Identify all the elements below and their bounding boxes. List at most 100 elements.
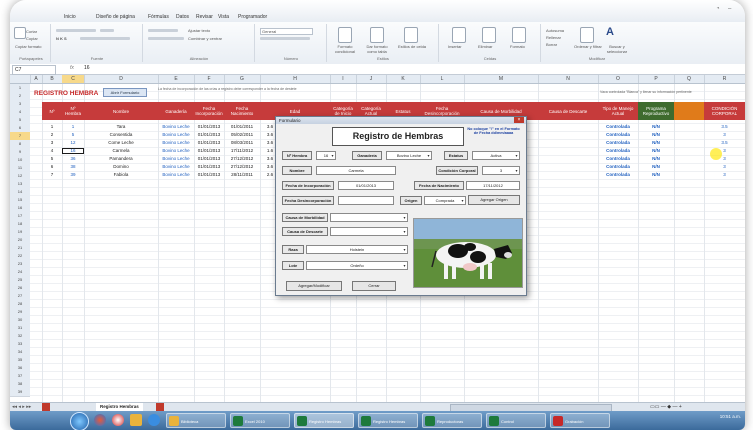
column-header[interactable]: M <box>464 75 539 83</box>
table-cell[interactable]: 39 <box>62 172 84 178</box>
table-cell[interactable]: N/N <box>638 124 674 130</box>
format-table-button[interactable]: Dar formato como tabla <box>362 44 392 54</box>
taskbar-item[interactable]: Excel 2010 <box>230 413 290 428</box>
formula-input[interactable]: 16 <box>84 65 90 71</box>
format-painter-button[interactable]: Copiar formato <box>15 44 41 49</box>
table-cell[interactable] <box>674 124 704 130</box>
table-cell[interactable]: Bovino Leche <box>158 164 194 170</box>
table-cell[interactable]: 3 <box>704 172 745 178</box>
nav-arrows-icon[interactable]: ◂◂ ◂ ▸ ▸▸ <box>12 403 31 411</box>
table-cell[interactable]: 2 <box>42 132 62 138</box>
close-icon[interactable]: × <box>514 117 524 123</box>
table-cell[interactable]: 05/02/2011 <box>224 132 260 138</box>
table-cell[interactable]: Bovino Leche <box>158 124 194 130</box>
copy-button[interactable]: Copiar <box>26 36 38 41</box>
table-cell[interactable]: Consentida <box>84 132 158 138</box>
chevron-down-icon[interactable]: ▾ <box>330 152 335 159</box>
table-cell[interactable]: N/N <box>638 148 674 154</box>
table-cell[interactable]: Controlada <box>598 124 638 130</box>
merge-center-button[interactable]: Combinar y centrar <box>188 36 222 41</box>
add-modify-button[interactable]: Agregar/Modificar <box>286 281 342 291</box>
chevron-down-icon[interactable]: ▾ <box>514 167 519 174</box>
menu-datos[interactable]: Datos <box>176 14 189 20</box>
table-cell[interactable]: 27/12/2012 <box>224 156 260 162</box>
find-icon[interactable]: A <box>606 26 614 38</box>
zoom-slider[interactable]: ▭▭ — ◆ — + <box>650 403 682 411</box>
paste-icon[interactable] <box>14 27 26 39</box>
taskbar-item[interactable]: Control <box>486 413 546 428</box>
lote-select[interactable]: Ordeño ▾ <box>306 261 408 270</box>
taskbar-item[interactable]: Reproductoras <box>422 413 482 428</box>
table-cell[interactable]: Controlada <box>598 164 638 170</box>
active-cell[interactable] <box>62 148 84 154</box>
column-header[interactable]: D <box>84 75 159 83</box>
taskbar-item-active[interactable]: Registro Hembras <box>294 413 354 428</box>
nacimiento-input[interactable]: 17/11/2012 <box>466 181 520 190</box>
format-icon[interactable] <box>512 27 526 43</box>
condicion-select[interactable]: 3 ▾ <box>482 166 520 175</box>
table-cell[interactable]: Bovino Leche <box>158 172 194 178</box>
desincorporacion-input[interactable] <box>338 196 394 205</box>
table-cell[interactable] <box>674 148 704 154</box>
autosum-button[interactable]: Autosuma <box>546 28 564 33</box>
menu-inicio[interactable]: Inicio <box>64 14 76 20</box>
minimize-ribbon-icon[interactable]: – <box>728 6 731 12</box>
taskbar-item[interactable]: Registro Hembras <box>358 413 418 428</box>
ganaderia-select[interactable]: Bovino Leche ▾ <box>386 151 432 160</box>
column-header[interactable]: H <box>260 75 331 83</box>
table-cell[interactable]: 01/01/2013 <box>194 140 224 146</box>
add-origin-button[interactable]: Agregar Origen <box>468 195 520 205</box>
table-cell[interactable]: Controlada <box>598 156 638 162</box>
conditional-format-icon[interactable] <box>338 27 352 43</box>
table-cell[interactable]: Controlada <box>598 140 638 146</box>
table-cell[interactable]: Controlada <box>598 132 638 138</box>
insert-button[interactable]: Insertar <box>448 44 462 49</box>
table-cell[interactable]: 1 <box>42 124 62 130</box>
table-cell[interactable]: Bovino Leche <box>158 132 194 138</box>
column-header[interactable]: I <box>330 75 357 83</box>
column-header[interactable]: K <box>386 75 421 83</box>
table-cell[interactable]: 5 <box>42 156 62 162</box>
table-cell[interactable]: N/N <box>638 164 674 170</box>
raza-select[interactable]: Holstein ▾ <box>306 245 408 254</box>
column-header[interactable]: Q <box>674 75 705 83</box>
column-header[interactable]: J <box>356 75 387 83</box>
cell-styles-button[interactable]: Estilos de celda <box>398 44 426 49</box>
column-header[interactable]: E <box>158 75 195 83</box>
table-cell[interactable] <box>674 132 704 138</box>
table-cell[interactable]: 3.5 <box>704 124 745 130</box>
column-header[interactable]: N <box>538 75 599 83</box>
table-cell[interactable]: 38 <box>62 164 84 170</box>
sheet-tab[interactable] <box>156 403 164 411</box>
table-cell[interactable]: Bovino Leche <box>158 140 194 146</box>
table-cell[interactable]: 01/01/2011 <box>224 124 260 130</box>
menu-vista[interactable]: Vista <box>218 14 229 20</box>
row-header[interactable]: 39 <box>10 388 30 397</box>
number-format-select[interactable]: General <box>260 28 313 35</box>
origen-select[interactable]: Comprada ▾ <box>424 196 466 205</box>
table-cell[interactable]: N/N <box>638 172 674 178</box>
table-cell[interactable]: Bovino Leche <box>158 148 194 154</box>
open-form-button[interactable]: Abrir Formulario <box>103 88 147 97</box>
taskbar-item[interactable]: Biblioteca <box>166 413 226 428</box>
browser-icon[interactable] <box>94 414 106 426</box>
name-box[interactable]: C7 <box>12 65 56 75</box>
table-cell[interactable]: N/N <box>638 156 674 162</box>
table-cell[interactable]: Carmela <box>84 148 158 154</box>
column-header[interactable]: G <box>224 75 261 83</box>
table-cell[interactable]: 01/01/2013 <box>194 164 224 170</box>
column-header[interactable]: B <box>42 75 63 83</box>
start-button[interactable] <box>70 412 89 430</box>
chevron-down-icon[interactable]: ▾ <box>402 262 407 269</box>
estatus-select[interactable]: Activa ▾ <box>472 151 520 160</box>
table-cell[interactable]: 6 <box>42 164 62 170</box>
column-header[interactable]: O <box>598 75 639 83</box>
media-icon[interactable] <box>112 414 124 426</box>
table-cell[interactable]: Controlada <box>598 172 638 178</box>
table-cell[interactable]: Domino <box>84 164 158 170</box>
sheet-tab-active[interactable]: Registro Hembras <box>96 403 143 411</box>
column-header[interactable]: F <box>194 75 225 83</box>
table-cell[interactable]: 27/12/2012 <box>224 164 260 170</box>
table-cell[interactable]: 01/01/2013 <box>194 132 224 138</box>
numero-select[interactable]: 16 ▾ <box>316 151 336 160</box>
